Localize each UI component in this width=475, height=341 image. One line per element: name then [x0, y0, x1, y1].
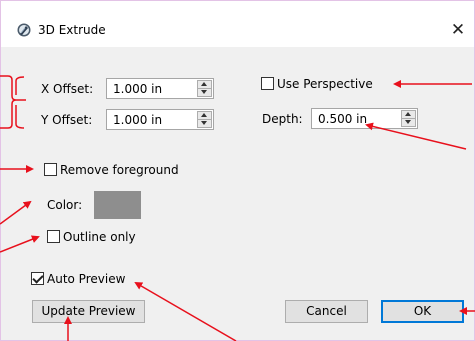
- depth-label: Depth:: [262, 112, 303, 126]
- outline-only-label[interactable]: Outline only: [63, 230, 136, 244]
- dialog-window: 3D Extrude ✕ X Offset: Y Offset: Use Per…: [0, 0, 475, 341]
- x-offset-spinner[interactable]: [106, 78, 214, 99]
- title-bar: 3D Extrude ✕: [1, 1, 474, 47]
- close-button[interactable]: ✕: [447, 19, 469, 41]
- spin-up-icon[interactable]: [402, 111, 415, 119]
- remove-foreground-checkbox[interactable]: [44, 163, 57, 176]
- depth-input[interactable]: [312, 109, 388, 128]
- update-preview-button[interactable]: Update Preview: [32, 300, 145, 323]
- y-offset-input[interactable]: [107, 110, 183, 129]
- x-offset-input[interactable]: [107, 79, 183, 98]
- spin-up-icon[interactable]: [198, 81, 211, 89]
- y-offset-label: Y Offset:: [41, 113, 93, 127]
- color-swatch[interactable]: [94, 191, 141, 219]
- outline-only-checkbox[interactable]: [47, 230, 60, 243]
- cancel-button[interactable]: Cancel: [285, 300, 368, 323]
- spin-down-icon[interactable]: [198, 89, 211, 96]
- remove-foreground-label[interactable]: Remove foreground: [60, 163, 179, 177]
- dialog-title: 3D Extrude: [38, 23, 106, 37]
- color-label: Color:: [47, 198, 83, 212]
- dialog-content: X Offset: Y Offset: Use Perspective Dept…: [1, 47, 474, 340]
- use-perspective-label[interactable]: Use Perspective: [277, 77, 373, 91]
- depth-spinner[interactable]: [311, 108, 418, 129]
- auto-preview-checkbox[interactable]: [31, 272, 44, 285]
- spin-up-icon[interactable]: [198, 112, 211, 120]
- y-offset-spinner[interactable]: [106, 109, 214, 130]
- x-offset-spin-buttons[interactable]: [197, 80, 212, 97]
- spin-down-icon[interactable]: [198, 120, 211, 127]
- depth-spin-buttons[interactable]: [401, 110, 416, 127]
- ok-button[interactable]: OK: [381, 300, 464, 323]
- spin-down-icon[interactable]: [402, 119, 415, 126]
- x-offset-label: X Offset:: [41, 82, 94, 96]
- y-offset-spin-buttons[interactable]: [197, 111, 212, 128]
- auto-preview-label[interactable]: Auto Preview: [47, 272, 125, 286]
- use-perspective-checkbox[interactable]: [261, 77, 274, 90]
- extrude-app-icon: [17, 23, 31, 37]
